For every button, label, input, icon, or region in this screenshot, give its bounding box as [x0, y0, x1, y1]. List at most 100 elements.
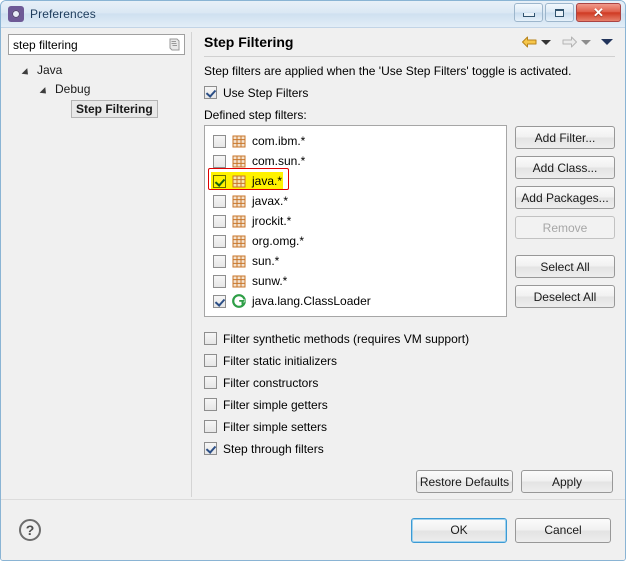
option-checkbox[interactable]	[204, 354, 217, 367]
ok-button[interactable]: OK	[411, 517, 507, 543]
restore-defaults-button[interactable]: Restore Defaults	[416, 470, 513, 493]
list-item[interactable]: sun.*	[205, 251, 506, 271]
window-controls: ✕	[514, 3, 621, 22]
filter-action-buttons: Add Filter... Add Class... Add Packages.…	[515, 125, 615, 308]
use-step-filters-label: Use Step Filters	[223, 85, 309, 100]
option-row-static-initializers[interactable]: Filter static initializers	[204, 351, 615, 370]
navigation-controls	[521, 35, 615, 49]
filter-label: sun.*	[252, 254, 280, 268]
filter-checkbox[interactable]	[213, 274, 226, 288]
option-label: Filter simple setters	[223, 419, 328, 434]
option-checkbox[interactable]	[204, 376, 217, 389]
expander-icon[interactable]	[22, 65, 34, 77]
use-step-filters-checkbox[interactable]	[204, 86, 217, 99]
list-item[interactable]: com.ibm.*	[205, 131, 506, 151]
filter-checkbox[interactable]	[213, 234, 226, 248]
cancel-button[interactable]: Cancel	[515, 517, 611, 543]
expander-icon[interactable]	[40, 84, 52, 96]
filter-search-box[interactable]	[8, 34, 185, 55]
package-icon	[232, 275, 246, 287]
package-icon	[232, 175, 246, 187]
list-item[interactable]: sunw.*	[205, 271, 506, 291]
class-icon	[232, 294, 246, 308]
option-row-step-through-filters[interactable]: Step through filters	[204, 439, 615, 458]
list-item[interactable]: javax.*	[205, 191, 506, 211]
filter-checkbox[interactable]	[213, 214, 226, 228]
filter-checkbox[interactable]	[213, 254, 226, 268]
option-checkbox[interactable]	[204, 398, 217, 411]
clear-filter-icon[interactable]	[168, 38, 181, 52]
option-row-simple-setters[interactable]: Filter simple setters	[204, 417, 615, 436]
filters-area: com.ibm.* com.sun.* java.* javax.* jrock…	[204, 125, 615, 317]
filter-label: jrockit.*	[252, 214, 292, 228]
option-row-constructors[interactable]: Filter constructors	[204, 373, 615, 392]
tree-item-label: Debug	[55, 82, 91, 96]
package-icon	[232, 235, 246, 247]
title-bar: Preferences ✕	[1, 1, 625, 28]
search-input[interactable]	[9, 35, 184, 54]
option-checkbox[interactable]	[204, 332, 217, 345]
close-icon: ✕	[593, 5, 604, 20]
list-item[interactable]: java.lang.ClassLoader	[205, 291, 506, 311]
dialog-footer: ? OK Cancel	[1, 499, 625, 560]
tree-item-debug[interactable]: Debug	[8, 80, 185, 99]
use-step-filters-row[interactable]: Use Step Filters	[204, 83, 615, 102]
right-pane: Step Filtering Step filters are applied …	[192, 28, 625, 499]
minimize-icon	[522, 13, 535, 17]
add-filter-button[interactable]: Add Filter...	[515, 126, 615, 149]
close-button[interactable]: ✕	[576, 3, 621, 22]
option-checkbox[interactable]	[204, 420, 217, 433]
filter-checkbox[interactable]	[213, 294, 226, 308]
maximize-button[interactable]	[545, 3, 574, 22]
tree-item-label: Step Filtering	[71, 99, 158, 118]
option-row-simple-getters[interactable]: Filter simple getters	[204, 395, 615, 414]
remove-button: Remove	[515, 216, 615, 239]
back-history-chevron-down-icon[interactable]	[541, 39, 551, 45]
select-all-button[interactable]: Select All	[515, 255, 615, 278]
add-class-button[interactable]: Add Class...	[515, 156, 615, 179]
option-row-synthetic-methods[interactable]: Filter synthetic methods (requires VM su…	[204, 329, 615, 348]
preferences-dialog: Preferences ✕ Java	[0, 0, 626, 561]
tree-item-label: Java	[37, 63, 63, 77]
option-label: Filter constructors	[223, 375, 319, 390]
defined-filters-label: Defined step filters:	[204, 108, 307, 122]
apply-button[interactable]: Apply	[521, 470, 613, 493]
tree-item-step-filtering[interactable]: Step Filtering	[8, 99, 185, 118]
option-label: Filter synthetic methods (requires VM su…	[223, 331, 470, 346]
preferences-tree[interactable]: Java Debug Step Filtering	[8, 61, 185, 499]
forward-history-chevron-down-icon[interactable]	[581, 39, 591, 45]
filter-label: java.*	[252, 174, 283, 188]
defined-filters-list[interactable]: com.ibm.* com.sun.* java.* javax.* jrock…	[204, 125, 507, 317]
option-checkbox[interactable]	[204, 442, 217, 455]
page-menu-chevron-down-icon[interactable]	[601, 39, 613, 45]
package-icon	[232, 255, 246, 267]
package-icon	[232, 135, 246, 147]
minimize-button[interactable]	[514, 3, 543, 22]
maximize-icon	[555, 8, 564, 17]
filter-checkbox[interactable]	[213, 134, 226, 148]
filter-checkbox[interactable]	[213, 194, 226, 208]
list-item[interactable]: com.sun.*	[205, 151, 506, 171]
left-pane: Java Debug Step Filtering	[1, 28, 191, 499]
deselect-all-button[interactable]: Deselect All	[515, 285, 615, 308]
filter-label: org.omg.*	[252, 234, 305, 248]
list-item[interactable]: jrockit.*	[205, 211, 506, 231]
filter-checkbox[interactable]	[213, 154, 226, 168]
list-item-java-highlighted[interactable]: java.*	[205, 171, 506, 191]
tree-item-java[interactable]: Java	[8, 61, 185, 80]
add-packages-button[interactable]: Add Packages...	[515, 186, 615, 209]
back-arrow-icon[interactable]	[521, 35, 538, 49]
page-title: Step Filtering	[204, 34, 294, 50]
help-icon[interactable]: ?	[19, 519, 41, 541]
dialog-body: Java Debug Step Filtering Step Filtering	[1, 28, 625, 499]
package-icon	[232, 195, 246, 207]
filter-label: com.ibm.*	[252, 134, 306, 148]
filter-label: javax.*	[252, 194, 289, 208]
list-item[interactable]: org.omg.*	[205, 231, 506, 251]
page-description: Step filters are applied when the 'Use S…	[204, 64, 572, 78]
filter-label: com.sun.*	[252, 154, 306, 168]
page-header: Step Filtering	[204, 34, 615, 57]
package-icon	[232, 215, 246, 227]
filter-checkbox[interactable]	[213, 174, 226, 188]
option-label: Filter static initializers	[223, 353, 338, 368]
